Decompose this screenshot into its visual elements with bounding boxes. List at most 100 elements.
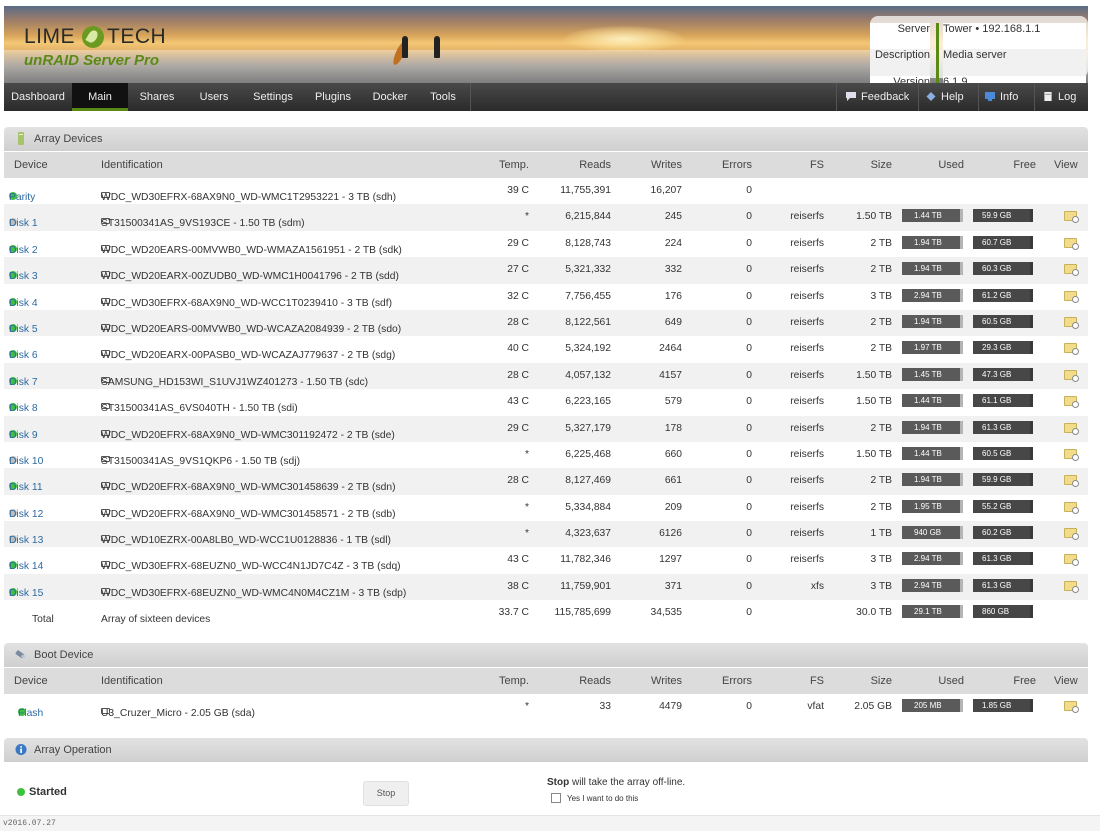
device-row[interactable]: ▼Disk 11WDC_WD20EFRX-68AX9N0_WD-WMC30145…: [4, 468, 1088, 495]
used-bar: 205 MB: [902, 699, 963, 712]
device-row[interactable]: ▼Disk 8ST31500341AS_6VS040TH - 1.50 TB (…: [4, 389, 1088, 416]
device-row[interactable]: ▲Disk 1ST31500341AS_9VS193CE - 1.50 TB (…: [4, 204, 1088, 231]
writes-cell: 332: [664, 264, 682, 276]
temp-cell: 28 C: [507, 316, 529, 328]
view-folder-icon[interactable]: [1064, 580, 1079, 593]
errors-cell: 0: [746, 528, 752, 540]
tab-docker[interactable]: Docker: [362, 83, 418, 111]
temp-cell: *: [524, 701, 529, 712]
device-link[interactable]: Disk 13: [9, 535, 43, 546]
server-info-label: Description: [870, 49, 930, 76]
device-link[interactable]: Disk 6: [9, 350, 38, 361]
device-row[interactable]: ▲Disk 12WDC_WD20EFRX-68AX9N0_WD-WMC30145…: [4, 494, 1088, 522]
fs-cell: reiserfs: [790, 369, 824, 381]
device-link[interactable]: Disk 4: [9, 298, 38, 309]
device-link[interactable]: Disk 7: [9, 377, 38, 388]
device-link[interactable]: Disk 11: [9, 482, 43, 493]
free-bar: 61.3 GB: [973, 552, 1033, 566]
errors-cell: 0: [746, 237, 752, 249]
view-folder-icon[interactable]: [1064, 290, 1079, 303]
view-folder-icon[interactable]: [1064, 475, 1079, 488]
device-link[interactable]: Disk 1: [9, 218, 38, 229]
identification-text: WDC_WD30EFRX-68AX9N0_WD-WMC1T2953221 - 3…: [101, 192, 397, 203]
device-link[interactable]: Disk 12: [9, 509, 43, 520]
total-label: Total: [32, 614, 54, 626]
device-row[interactable]: ▼ParityWDC_WD30EFRX-68AX9N0_WD-WMC1T2953…: [4, 178, 1088, 205]
view-folder-icon[interactable]: [1064, 501, 1079, 514]
column-header-temp: Temp.: [499, 675, 529, 687]
size-cell: 3 TB: [870, 580, 892, 592]
column-header-size: Size: [870, 159, 892, 171]
writes-cell: 1297: [659, 554, 682, 566]
device-link[interactable]: Disk 9: [9, 430, 38, 441]
tab-tools[interactable]: Tools: [418, 83, 468, 111]
device-link[interactable]: Disk 15: [9, 588, 43, 599]
device-link[interactable]: Flash: [18, 708, 43, 719]
device-row[interactable]: ▼Disk 4WDC_WD30EFRX-68AX9N0_WD-WCC1T0239…: [4, 283, 1088, 310]
nav-info[interactable]: Info: [985, 83, 1018, 111]
errors-cell: 0: [746, 701, 752, 712]
stop-array-button[interactable]: Stop: [363, 781, 409, 806]
fs-cell: reiserfs: [790, 448, 824, 460]
size-cell: 2 TB: [870, 264, 892, 276]
size-cell: 2 TB: [870, 237, 892, 249]
device-row[interactable]: ▼Disk 3WDC_WD20EARX-00ZUDB0_WD-WMC1H0041…: [4, 257, 1088, 284]
brand-logo[interactable]: LIME TECH unRAID Server Pro: [24, 22, 174, 78]
device-link[interactable]: Disk 3: [9, 271, 38, 282]
device-row[interactable]: ▼Disk 9WDC_WD20EFRX-68AX9N0_WD-WMC301192…: [4, 415, 1088, 442]
tab-plugins[interactable]: Plugins: [304, 83, 362, 111]
device-row[interactable]: Flash U3_Cruzer_Micro - 2.05 GB (sda) * 33 4…: [4, 694, 1088, 721]
reads-cell: 8,122,561: [565, 316, 611, 328]
view-folder-icon[interactable]: [1064, 701, 1079, 713]
nav-feedback[interactable]: Feedback: [846, 83, 909, 111]
server-info-value: Media server: [943, 49, 1086, 76]
device-row[interactable]: ▲Disk 13WDC_WD10EZRX-00A8LB0_WD-WCC1U012…: [4, 521, 1088, 548]
view-folder-icon[interactable]: [1064, 343, 1079, 356]
device-link[interactable]: Parity: [9, 192, 35, 203]
boot-table-header: Device Identification Temp. Reads Writes Erro…: [4, 668, 1088, 694]
view-folder-icon[interactable]: [1064, 211, 1079, 224]
free-bar: 47.3 GB: [973, 367, 1033, 381]
tab-main[interactable]: Main: [72, 83, 128, 111]
device-link[interactable]: Disk 10: [9, 456, 43, 467]
confirm-checkbox[interactable]: [551, 793, 561, 803]
identification-text: WDC_WD20EFRX-68AX9N0_WD-WMC301458639 - 2…: [101, 482, 396, 494]
free-bar: 60.5 GB: [973, 314, 1033, 328]
tab-shares[interactable]: Shares: [128, 83, 186, 111]
view-folder-icon[interactable]: [1064, 448, 1079, 461]
view-folder-icon[interactable]: [1064, 237, 1079, 250]
device-row[interactable]: ▼Disk 5WDC_WD20EARS-00MVWB0_WD-WCAZA2084…: [4, 309, 1088, 337]
device-link[interactable]: Disk 2: [9, 245, 38, 256]
reads-cell: 11,782,346: [560, 554, 611, 566]
used-bar: 1.94 TB: [902, 473, 963, 487]
nav-log[interactable]: Log: [1043, 83, 1076, 111]
device-link[interactable]: Disk 8: [9, 403, 38, 414]
nav-divider: [978, 83, 979, 111]
errors-cell: 0: [746, 501, 752, 513]
view-folder-icon[interactable]: [1064, 396, 1079, 409]
reads-cell: 6,223,165: [565, 396, 611, 408]
device-row[interactable]: ▼Disk 7SAMSUNG_HD153WI_S1UVJ1WZ401273 - …: [4, 362, 1088, 390]
view-folder-icon[interactable]: [1064, 264, 1079, 277]
device-row[interactable]: ▼Disk 6WDC_WD20EARX-00PASB0_WD-WCAZAJ779…: [4, 336, 1088, 363]
size-cell: 3 TB: [870, 290, 892, 302]
device-row[interactable]: ▼Disk 2WDC_WD20EARS-00MVWB0_WD-WMAZA1561…: [4, 230, 1088, 258]
confirm-label[interactable]: Yes I want to do this: [567, 794, 638, 803]
device-link[interactable]: Disk 14: [9, 561, 43, 572]
tab-users[interactable]: Users: [186, 83, 242, 111]
nav-help[interactable]: Help: [926, 83, 964, 111]
device-row[interactable]: ▼Disk 14WDC_WD30EFRX-68EUZN0_WD-WCC4N1JD…: [4, 547, 1088, 574]
view-folder-icon[interactable]: [1064, 554, 1079, 567]
view-folder-icon[interactable]: [1064, 528, 1079, 541]
view-folder-icon[interactable]: [1064, 316, 1079, 329]
device-row[interactable]: ▲Disk 10ST31500341AS_9VS1QKP6 - 1.50 TB …: [4, 441, 1088, 469]
surfer-figure: [402, 36, 408, 58]
view-folder-icon[interactable]: [1064, 369, 1079, 382]
nav-divider: [470, 83, 471, 111]
device-link[interactable]: Disk 5: [9, 324, 38, 335]
tab-settings[interactable]: Settings: [242, 83, 304, 111]
column-header-free: Free: [1013, 675, 1036, 687]
device-row[interactable]: ▼Disk 15WDC_WD30EFRX-68EUZN0_WD-WMC4N0M4…: [4, 573, 1088, 601]
view-folder-icon[interactable]: [1064, 422, 1079, 435]
tab-dashboard[interactable]: Dashboard: [4, 83, 72, 111]
